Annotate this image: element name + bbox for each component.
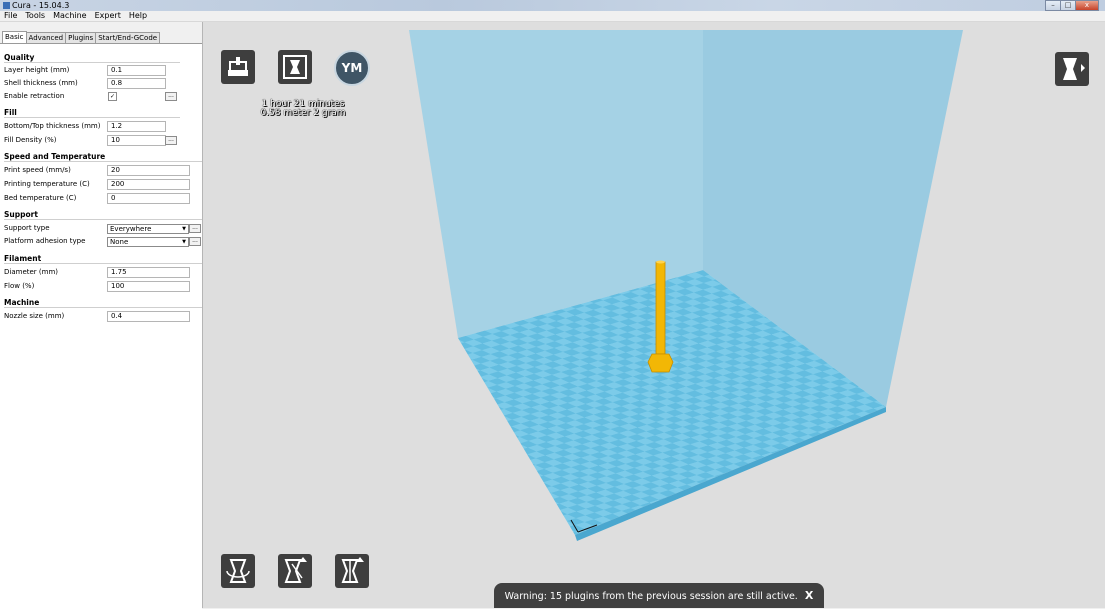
platform-adhesion-label: Platform adhesion type xyxy=(4,237,86,245)
shell-thickness-label: Shell thickness (mm) xyxy=(4,79,78,87)
app-icon xyxy=(3,2,10,9)
platform-adhesion-select[interactable]: None ▼ xyxy=(107,237,189,247)
layer-height-label: Layer height (mm) xyxy=(4,66,70,74)
support-type-label: Support type xyxy=(4,224,50,232)
divider xyxy=(4,62,180,63)
close-button[interactable]: x xyxy=(1075,0,1099,11)
print-estimate: 1 hour 21 minutes 0.58 meter 2 gram xyxy=(243,100,363,118)
print-material: 0.58 meter 2 gram xyxy=(260,108,346,118)
flow-input[interactable]: 100 xyxy=(107,281,190,292)
section-machine-title: Machine xyxy=(4,298,40,307)
adhesion-settings-button[interactable]: ... xyxy=(189,237,201,246)
close-warning-button[interactable]: X xyxy=(805,589,813,602)
divider xyxy=(4,307,202,308)
load-icon xyxy=(228,57,248,76)
rotate-button[interactable] xyxy=(221,554,255,588)
settings-content: Quality Layer height (mm) 0.1 Shell thic… xyxy=(0,43,202,609)
warning-message: Warning: 15 plugins from the previous se… xyxy=(504,591,798,602)
shell-thickness-input[interactable]: 0.8 xyxy=(107,78,166,89)
flow-label: Flow (%) xyxy=(4,282,35,290)
tab-plugins[interactable]: Plugins xyxy=(65,32,97,43)
retraction-settings-button[interactable]: ... xyxy=(165,92,177,101)
maximize-button[interactable]: □ xyxy=(1060,0,1076,11)
tab-basic[interactable]: Basic xyxy=(2,31,27,43)
rotate-icon xyxy=(226,559,250,583)
tab-advanced[interactable]: Advanced xyxy=(25,32,67,43)
menu-help[interactable]: Help xyxy=(125,11,151,21)
plugin-warning-toast: Warning: 15 plugins from the previous se… xyxy=(494,583,824,608)
fill-settings-button[interactable]: ... xyxy=(165,136,177,145)
window-controls: – □ x xyxy=(1045,0,1099,11)
diameter-input[interactable]: 1.75 xyxy=(107,267,190,278)
menu-tools[interactable]: Tools xyxy=(21,11,49,21)
print-speed-label: Print speed (mm/s) xyxy=(4,166,71,174)
view-mode-button[interactable] xyxy=(1055,52,1089,86)
scale-icon xyxy=(284,557,307,583)
enable-retraction-label: Enable retraction xyxy=(4,92,65,100)
load-button[interactable] xyxy=(221,50,255,84)
section-quality-title: Quality xyxy=(4,53,35,62)
title-bar: Cura - 15.04.3 – □ x xyxy=(0,0,1105,11)
menu-expert[interactable]: Expert xyxy=(91,11,125,21)
section-filament-title: Filament xyxy=(4,254,42,263)
print-speed-input[interactable]: 20 xyxy=(107,165,190,176)
section-speed-title: Speed and Temperature xyxy=(4,152,106,161)
user-avatar[interactable]: YM xyxy=(334,50,370,86)
divider xyxy=(4,161,202,162)
menu-machine[interactable]: Machine xyxy=(49,11,91,21)
support-type-value: Everywhere xyxy=(110,225,152,233)
nozzle-size-input[interactable]: 0.4 xyxy=(107,311,190,322)
fill-density-label: Fill Density (%) xyxy=(4,136,57,144)
support-settings-button[interactable]: ... xyxy=(189,224,201,233)
chevron-down-icon: ▼ xyxy=(182,239,186,245)
window-title: Cura - 15.04.3 xyxy=(12,1,70,10)
section-fill-title: Fill xyxy=(4,108,17,117)
minimize-button[interactable]: – xyxy=(1045,0,1061,11)
mirror-button[interactable] xyxy=(335,554,369,588)
platform-adhesion-value: None xyxy=(110,238,129,246)
view-mode-icon xyxy=(1063,58,1085,80)
bed-temperature-label: Bed temperature (C) xyxy=(4,194,77,202)
divider xyxy=(4,263,202,264)
bottom-top-thickness-input[interactable]: 1.2 xyxy=(107,121,166,132)
enable-retraction-checkbox[interactable]: ✓ xyxy=(108,92,117,101)
layer-height-input[interactable]: 0.1 xyxy=(107,65,166,76)
menu-bar: File Tools Machine Expert Help xyxy=(0,11,1105,22)
printing-temperature-input[interactable]: 200 xyxy=(107,179,190,190)
settings-panel: Basic Advanced Plugins Start/End-GCode Q… xyxy=(0,22,203,609)
fill-density-input[interactable]: 10 xyxy=(107,135,166,146)
diameter-label: Diameter (mm) xyxy=(4,268,59,276)
tab-start-end-gcode[interactable]: Start/End-GCode xyxy=(95,32,161,43)
save-to-sd-icon xyxy=(283,55,307,79)
support-type-select[interactable]: Everywhere ▼ xyxy=(107,224,189,234)
bottom-top-thickness-label: Bottom/Top thickness (mm) xyxy=(4,122,101,130)
divider xyxy=(4,117,180,118)
divider xyxy=(4,219,202,220)
settings-tabs: Basic Advanced Plugins Start/End-GCode xyxy=(2,31,161,43)
section-support-title: Support xyxy=(4,210,38,219)
printing-temperature-label: Printing temperature (C) xyxy=(4,180,90,188)
save-to-sd-button[interactable] xyxy=(278,50,312,84)
scale-button[interactable] xyxy=(278,554,312,588)
bed-temperature-input[interactable]: 0 xyxy=(107,193,190,204)
menu-file[interactable]: File xyxy=(0,11,21,21)
nozzle-size-label: Nozzle size (mm) xyxy=(4,312,65,320)
3d-viewport[interactable]: YM 1 hour 21 minutes 0.58 meter 2 gram W… xyxy=(203,22,1105,608)
chevron-down-icon: ▼ xyxy=(182,226,186,232)
mirror-icon xyxy=(341,557,364,583)
